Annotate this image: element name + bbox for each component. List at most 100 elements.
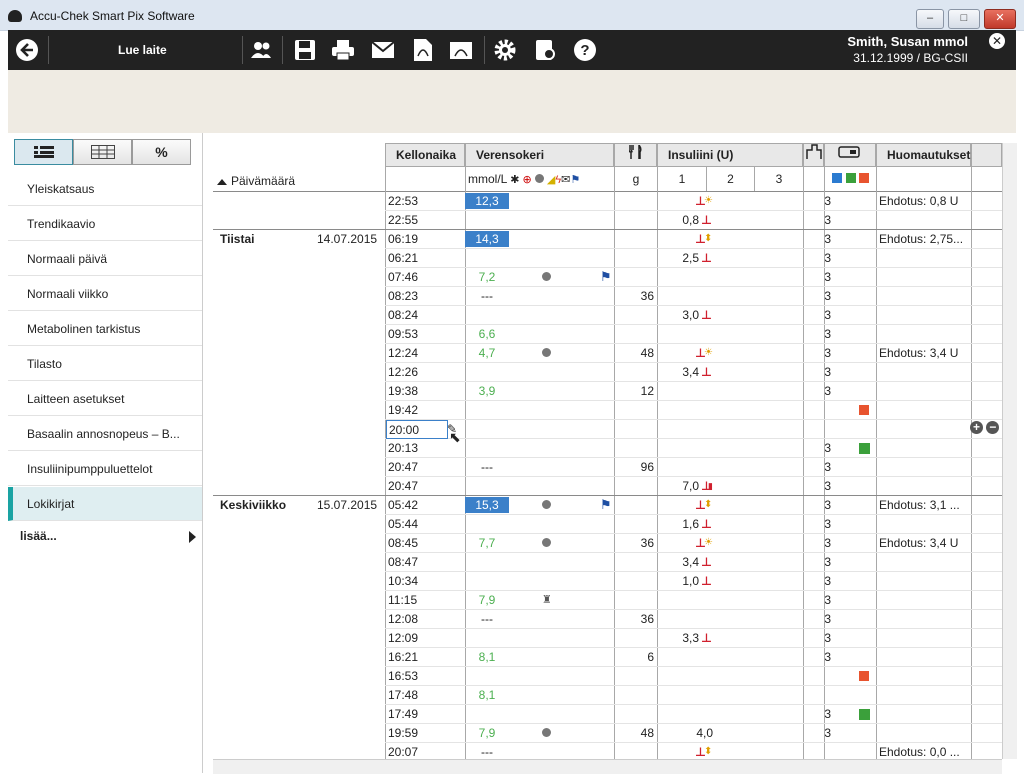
col-header-pump[interactable] — [824, 143, 876, 167]
close-patient-icon[interactable]: ✕ — [989, 33, 1005, 49]
advice-arrow-icon: ⬍ — [704, 746, 713, 757]
vertical-scrollbar[interactable] — [1002, 143, 1017, 759]
table-row[interactable]: 20:13 3 — [385, 439, 1002, 458]
table-row[interactable]: 12:26 3,4 ⊥ 3 — [385, 363, 1002, 382]
horizontal-scrollbar[interactable] — [213, 759, 1002, 774]
table-row[interactable]: 17:48 8,1 — [385, 686, 1002, 705]
settings-gear-icon[interactable] — [492, 38, 518, 62]
table-row[interactable]: 12:24 4,7 48 ⊥ ☀ 3 Ehdotus: 3,4 U — [385, 344, 1002, 363]
col-header-notes[interactable]: Huomautukset — [876, 143, 971, 167]
table-row[interactable]: 20:47 --- 96 3 — [385, 458, 1002, 477]
carb-cell: 36 — [640, 612, 654, 626]
view-tabs: % — [14, 139, 191, 165]
table-row[interactable]: 08:23 --- 36 3 — [385, 287, 1002, 306]
table-row[interactable]: 22:55 0,8 ⊥ 3 — [385, 211, 1002, 230]
ins-col-2: 2 — [706, 167, 754, 191]
sidebar-item[interactable]: Laitteen asetukset — [8, 382, 202, 416]
table-row[interactable]: 20:47 7,0 ⊥ ▮ 3 — [385, 477, 1002, 496]
sort-up-icon — [217, 179, 227, 185]
percent-view-tab[interactable]: % — [132, 139, 191, 165]
print-icon[interactable] — [330, 38, 356, 62]
col-header-carbs[interactable] — [614, 143, 657, 167]
sidebar-item[interactable]: Normaali viikko — [8, 277, 202, 311]
pdf-icon[interactable] — [410, 38, 436, 62]
save-icon[interactable] — [292, 38, 318, 62]
maximize-button[interactable]: □ — [948, 9, 980, 29]
carb-cell: 36 — [640, 536, 654, 550]
bg-value-high: 15,3 — [465, 497, 509, 513]
patients-icon[interactable] — [248, 38, 274, 62]
bedtime-icon: ♜ — [542, 594, 552, 606]
time-cell[interactable]: 20:00 — [386, 420, 448, 439]
basal-cell: 3 — [824, 536, 831, 550]
table-row[interactable]: 16:21 8,1 6 3 — [385, 648, 1002, 667]
sidebar-item[interactable]: Metabolinen tarkistus — [8, 312, 202, 346]
basal-icon — [806, 144, 822, 159]
table-row[interactable]: 12:08 --- 36 3 — [385, 610, 1002, 629]
sidebar-item[interactable]: Lokikirjat — [8, 487, 202, 521]
table-row[interactable]: 19:42 — [385, 401, 1002, 420]
sidebar-item[interactable]: Insuliinipumppuluettelot — [8, 452, 202, 486]
col-header-insulin[interactable]: Insuliini (U) — [657, 143, 803, 167]
bg-value: --- — [481, 460, 493, 474]
svg-text:?: ? — [580, 42, 589, 59]
table-row[interactable]: 06:19 14,3 ⊥ ⬍ 3 Ehdotus: 2,75... — [385, 230, 1002, 249]
sort-date-header[interactable]: Päivämäärä — [217, 174, 295, 188]
email-icon[interactable] — [370, 38, 396, 62]
note-cell: Ehdotus: 3,4 U — [879, 346, 959, 360]
time-cell: 16:53 — [388, 669, 419, 683]
back-icon[interactable] — [14, 38, 40, 62]
table-row[interactable]: 09:53 6,6 3 — [385, 325, 1002, 344]
flag-icon: ⚑ — [600, 269, 612, 284]
table-row[interactable]: 11:15 7,9 ♜ 3 — [385, 591, 1002, 610]
table-row[interactable]: 05:44 1,6 ⊥ 3 — [385, 515, 1002, 534]
read-device-button[interactable]: Lue laite — [118, 43, 167, 57]
add-row-icon[interactable]: + — [970, 421, 983, 434]
bg-value: 7,7 — [478, 536, 496, 550]
col-header-basal[interactable] — [803, 143, 824, 167]
col-header-time[interactable]: Kellonaika — [385, 143, 465, 167]
table-row[interactable]: 22:53 12,3 ⊥ ☀ 3 Ehdotus: 0,8 U — [385, 192, 1002, 211]
table-row[interactable]: 08:47 3,4 ⊥ 3 — [385, 553, 1002, 572]
sidebar-item[interactable]: Tilasto — [8, 347, 202, 381]
remove-row-icon[interactable]: − — [986, 421, 1000, 434]
table-row[interactable]: 16:53 — [385, 667, 1002, 686]
day-date: 14.07.2015 — [317, 232, 378, 246]
close-window-button[interactable]: ✕ — [984, 9, 1016, 29]
table-row[interactable]: 10:34 1,0 ⊥ 3 — [385, 572, 1002, 591]
time-cell: 20:47 — [388, 460, 419, 474]
help-icon[interactable]: ? — [572, 38, 598, 62]
bolus-icon: ⊥ — [701, 308, 712, 322]
sidebar-item[interactable]: Yleiskatsaus — [8, 172, 202, 206]
time-cell: 08:45 — [388, 536, 419, 550]
sidebar-item[interactable]: Trendikaavio — [8, 207, 202, 241]
more-arrow-icon[interactable] — [189, 531, 196, 543]
table-row[interactable]: 06:21 2,5 ⊥ 3 — [385, 249, 1002, 268]
table-row[interactable]: 20:07 --- ⊥ ⬍ Ehdotus: 0,0 ... — [385, 743, 1002, 759]
table-row[interactable]: 05:42 15,3 ⚑ ⊥ ⬍ 3 Ehdotus: 3,1 ... — [385, 496, 1002, 515]
table-row[interactable]: 07:46 7,2 ⚑ 3 — [385, 268, 1002, 287]
table-row[interactable]: 12:09 3,3 ⊥ 3 — [385, 629, 1002, 648]
table-row[interactable]: 17:49 3 — [385, 705, 1002, 724]
note-cell: Ehdotus: 2,75... — [879, 232, 964, 246]
table-row[interactable]: 20:00 ✎ ⬉ — [385, 420, 1002, 445]
table-row[interactable]: 08:45 7,7 36 ⊥ ☀ 3 Ehdotus: 3,4 U — [385, 534, 1002, 553]
col-header-bg[interactable]: Verensokeri — [465, 143, 614, 167]
bolus-icon: ⊥ — [701, 251, 712, 265]
table-row[interactable]: 19:38 3,9 12 3 — [385, 382, 1002, 401]
more-menu[interactable]: lisää... — [20, 529, 57, 543]
table-row[interactable]: 19:59 7,9 48 4,0 3 — [385, 724, 1002, 743]
time-cell: 12:09 — [388, 631, 419, 645]
basal-cell: 3 — [824, 574, 831, 588]
sidebar-item[interactable]: Normaali päivä — [8, 242, 202, 276]
day-name: Tiistai — [220, 232, 255, 246]
bg-value: 3,9 — [478, 384, 496, 398]
pdf-export-icon[interactable] — [448, 38, 474, 62]
list-view-tab[interactable] — [14, 139, 73, 165]
table-view-tab[interactable] — [73, 139, 132, 165]
minimize-button[interactable]: – — [916, 9, 944, 29]
event-icons: ✱ ⊕ ◢ϟ✉⚑ — [510, 174, 581, 186]
sidebar-item[interactable]: Basaalin annosnopeus – B... — [8, 417, 202, 451]
device-settings-icon[interactable] — [532, 38, 558, 62]
table-row[interactable]: 08:24 3,0 ⊥ 3 — [385, 306, 1002, 325]
